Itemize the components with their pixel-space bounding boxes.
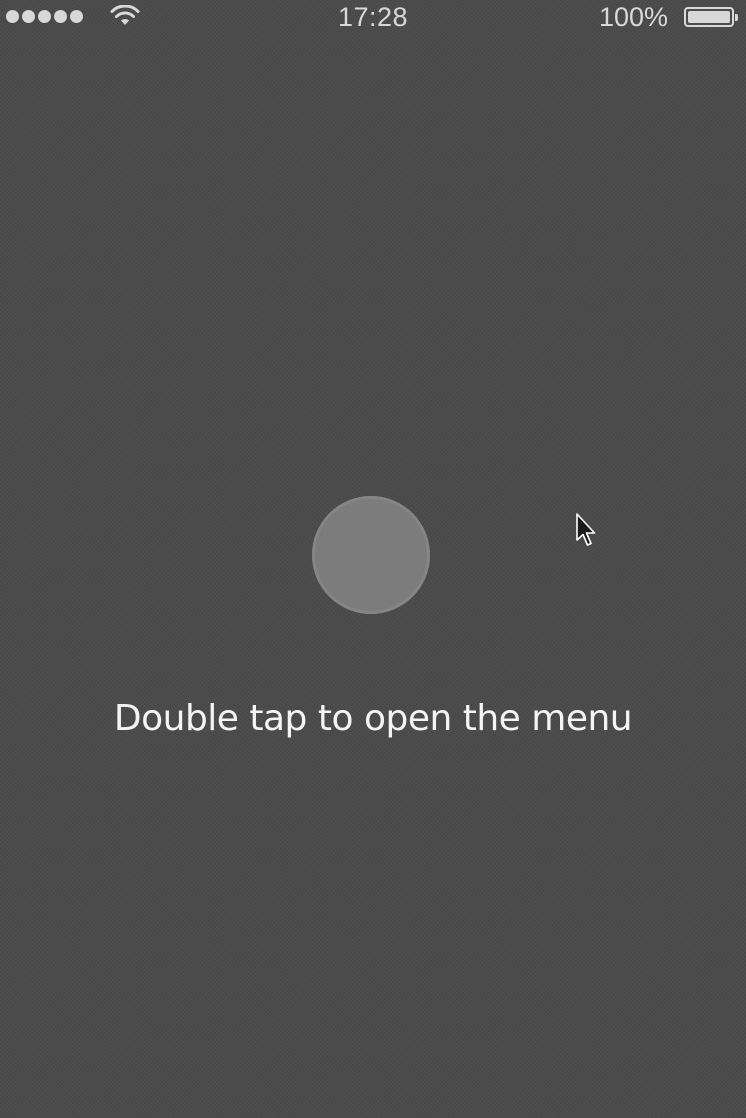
menu-trigger-circle-button[interactable] [312,496,430,614]
battery-fill [688,11,730,23]
status-bar: 17:28 100% [0,0,746,36]
battery-percentage: 100% [598,2,668,32]
battery-icon [684,7,738,27]
double-tap-hint-text: Double tap to open the menu [113,698,633,739]
app-screen: 17:28 100% Double tap to open the menu [0,0,746,1118]
mouse-pointer-icon [576,513,596,546]
